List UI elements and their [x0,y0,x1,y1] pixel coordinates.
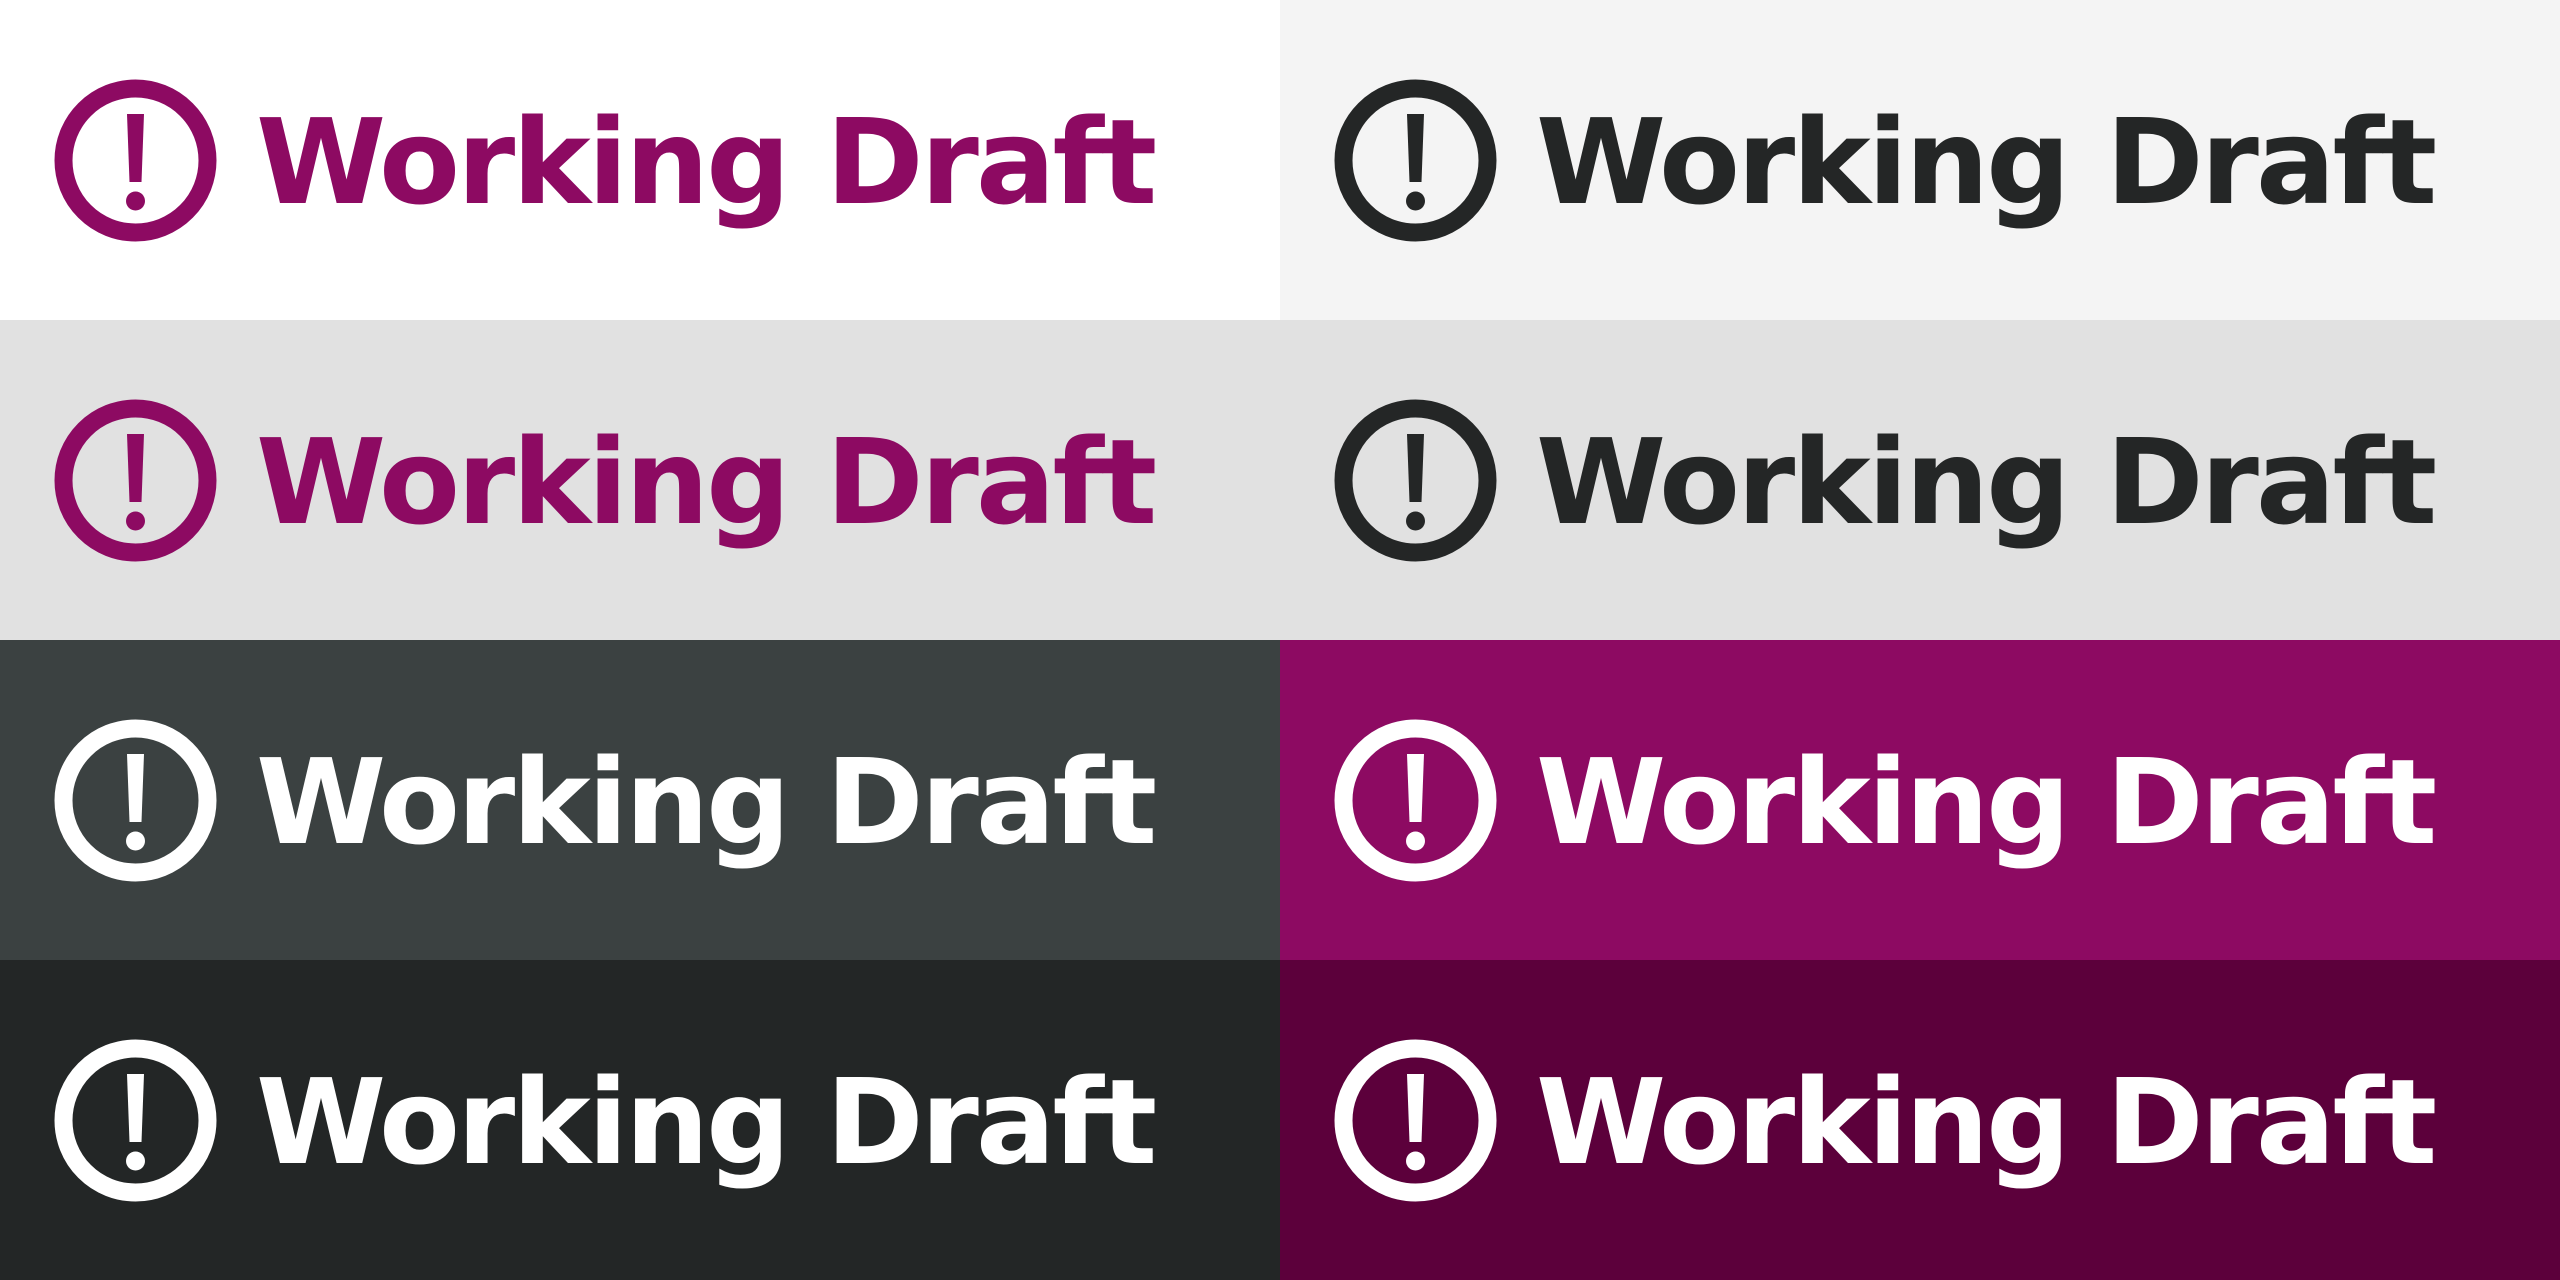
tile-light-white: Working Draft [0,0,1280,320]
working-draft-badge: Working Draft [53,398,1157,563]
tile-mid-gray: Working Draft [0,320,1280,640]
badge-grid: Working Draft Working Draft Working Draf… [0,0,2560,1280]
working-draft-badge: Working Draft [53,78,1157,243]
tile-plum: Working Draft [1280,960,2560,1280]
badge-label: Working Draft [256,1053,1157,1191]
working-draft-badge: Working Draft [1333,718,2437,883]
tile-slate: Working Draft [0,640,1280,960]
exclamation-circle-icon [1334,719,1497,881]
exclamation-circle-icon [54,399,217,561]
badge-label: Working Draft [1536,413,2437,551]
exclamation-circle-icon [54,719,217,881]
working-draft-badge: Working Draft [1333,1038,2437,1203]
exclamation-circle-icon [1334,79,1497,241]
working-draft-badge: Working Draft [1333,78,2437,243]
working-draft-badge: Working Draft [53,1038,1157,1203]
working-draft-badge: Working Draft [1333,398,2437,563]
exclamation-circle-icon [54,1039,217,1201]
exclamation-circle-icon [54,79,217,241]
badge-label: Working Draft [1536,1053,2437,1191]
tile-mid-gray-dark: Working Draft [1280,320,2560,640]
exclamation-circle-icon [1334,1039,1497,1201]
working-draft-badge: Working Draft [53,718,1157,883]
badge-label: Working Draft [1536,733,2437,871]
badge-label: Working Draft [256,413,1157,551]
badge-label: Working Draft [1536,93,2437,231]
badge-label: Working Draft [256,733,1157,871]
tile-magenta: Working Draft [1280,640,2560,960]
tile-charcoal: Working Draft [0,960,1280,1280]
badge-label: Working Draft [256,93,1157,231]
exclamation-circle-icon [1334,399,1497,561]
tile-light-gray: Working Draft [1280,0,2560,320]
